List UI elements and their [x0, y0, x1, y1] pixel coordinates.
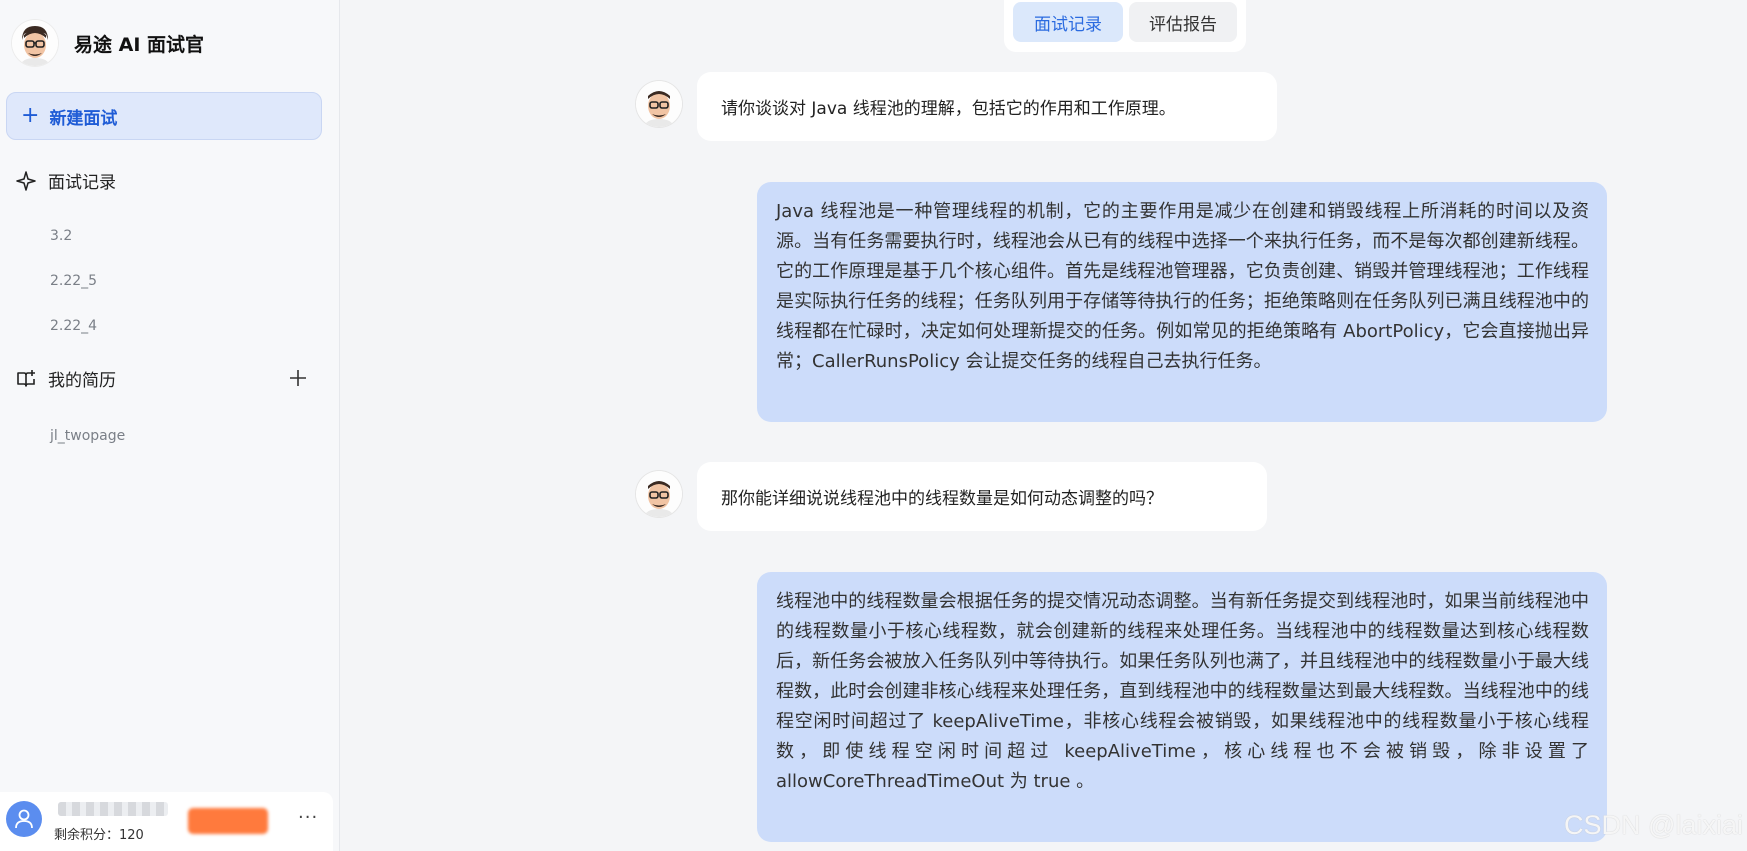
user-card: 剩余积分：120 ···: [0, 792, 333, 851]
interviewer-avatar-icon: [636, 471, 682, 517]
more-options-button[interactable]: ···: [298, 807, 318, 828]
new-interview-label: 新建面试: [49, 108, 118, 129]
brand-title: 易途 AI 面试官: [74, 33, 205, 56]
add-resume-plus-icon[interactable]: [288, 368, 308, 388]
interviewer-message: 请你谈谈对 Java 线程池的理解，包括它的作用和工作原理。: [697, 72, 1277, 141]
plus-icon: +: [21, 103, 40, 128]
nav-resume-label: 我的简历: [48, 371, 116, 391]
user-name-redacted: [58, 802, 168, 816]
nav-records-label: 面试记录: [48, 173, 116, 193]
sidebar: 易途 AI 面试官 + 新建面试 面试记录 3.2 2.22_5 2.22_4 …: [0, 0, 340, 851]
new-interview-button[interactable]: + 新建面试: [6, 92, 322, 140]
tab-interview-records[interactable]: 面试记录: [1013, 2, 1123, 42]
remaining-points: 剩余积分：120: [54, 824, 144, 843]
tab-evaluation-report[interactable]: 评估报告: [1129, 2, 1237, 42]
points-value: 120: [119, 828, 144, 843]
record-item[interactable]: 2.22_4: [50, 318, 97, 334]
resume-item[interactable]: jl_twopage: [50, 428, 125, 444]
interviewer-avatar-icon: [636, 81, 682, 127]
record-item[interactable]: 2.22_5: [50, 273, 97, 289]
sparkle-icon: [16, 170, 36, 191]
candidate-message: 线程池中的线程数量会根据任务的提交情况动态调整。当有新任务提交到线程池时，如果当…: [757, 572, 1607, 842]
nav-interview-records[interactable]: 面试记录: [16, 168, 116, 193]
record-item[interactable]: 3.2: [50, 228, 72, 244]
user-avatar-icon[interactable]: [6, 801, 42, 837]
interviewer-message: 那你能详细说说线程池中的线程数量是如何动态调整的吗？: [697, 462, 1267, 531]
brand: 易途 AI 面试官: [12, 20, 204, 66]
upgrade-badge-redacted[interactable]: [188, 808, 268, 834]
points-label: 剩余积分：: [54, 828, 120, 843]
resume-book-icon: [17, 369, 35, 387]
interviewer-avatar-icon: [12, 20, 58, 66]
nav-my-resume[interactable]: 我的简历: [16, 366, 116, 391]
watermark: CSDN @laixiai: [1564, 810, 1743, 840]
candidate-message: Java 线程池是一种管理线程的机制，它的主要作用是减少在创建和销毁线程上所消耗…: [757, 182, 1607, 422]
